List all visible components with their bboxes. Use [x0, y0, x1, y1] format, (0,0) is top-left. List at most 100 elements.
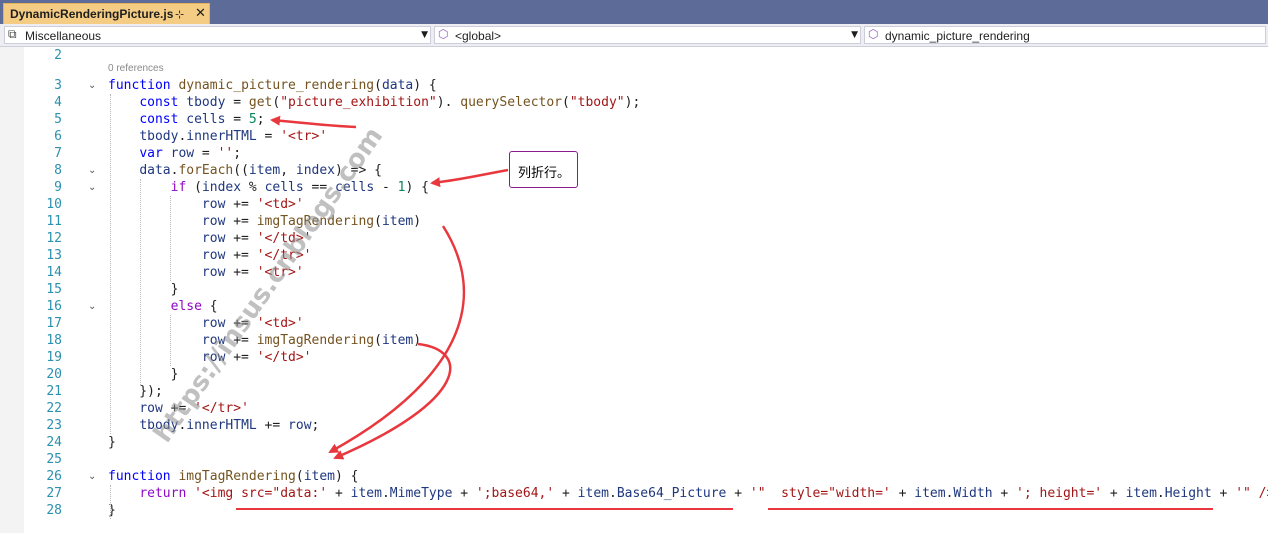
- code-token: '</td>': [256, 350, 312, 365]
- code-token: "picture_exhibition": [280, 95, 437, 110]
- code-text: row += '<td>': [108, 196, 304, 213]
- code-token: ): [413, 214, 422, 229]
- code-line[interactable]: 19 row += '</td>': [0, 349, 1268, 366]
- indent-guide: [170, 315, 171, 366]
- close-icon[interactable]: ✕: [195, 6, 206, 21]
- code-line[interactable]: 11 row += imgTagRendering(item): [0, 213, 1268, 230]
- code-text: row += '<td>': [108, 315, 304, 332]
- code-text: const tbody = get ("picture_exhibition").…: [108, 94, 640, 111]
- pin-icon[interactable]: ⊹: [175, 8, 184, 21]
- document-tab-strip: DynamicRenderingPicture.js ⊹ ✕: [0, 0, 1268, 24]
- namespace-icon: ⬡: [438, 27, 449, 41]
- code-token: }: [108, 367, 179, 382]
- code-line[interactable]: 10 row += '<td>': [0, 196, 1268, 213]
- code-token: '</td>': [256, 231, 312, 246]
- code-token: '<tr>': [280, 129, 328, 144]
- code-token: (: [374, 78, 382, 93]
- code-line[interactable]: 3 ⌄ function dynamic_picture_rendering(dat…: [0, 77, 1268, 94]
- code-token: '; height=': [1016, 486, 1103, 501]
- code-line[interactable]: 9 ⌄ if (index % cells == cells - 1) {: [0, 179, 1268, 196]
- code-token: +: [1102, 486, 1126, 501]
- code-text: row += '</td>': [108, 349, 312, 366]
- code-line[interactable]: 28}: [0, 502, 1268, 519]
- member-dropdown[interactable]: ⬡ dynamic_picture_rendering: [864, 26, 1266, 44]
- member-dropdown-label: dynamic_picture_rendering: [885, 29, 1030, 43]
- code-line[interactable]: 13 row += '</tr>': [0, 247, 1268, 264]
- line-number: 23: [46, 418, 62, 433]
- code-line[interactable]: 14 row += '<tr>': [0, 264, 1268, 281]
- code-token: imgTagRendering: [178, 469, 296, 484]
- code-line[interactable]: 22 row += '</tr>': [0, 400, 1268, 417]
- code-text: });: [108, 383, 163, 400]
- code-token: +: [1211, 486, 1236, 501]
- code-line[interactable]: 7 var row = '';: [0, 145, 1268, 162]
- fold-toggle-icon[interactable]: ⌄: [88, 298, 96, 315]
- code-line[interactable]: 5 const cells = 5;: [0, 111, 1268, 128]
- code-line[interactable]: 26 ⌄ function imgTagRendering(item) {: [0, 468, 1268, 485]
- code-line[interactable]: 4 const tbody = get ("picture_exhibition"…: [0, 94, 1268, 111]
- code-line[interactable]: 21 });: [0, 383, 1268, 400]
- code-token: forEach: [178, 163, 234, 178]
- code-token: ) {: [413, 78, 437, 93]
- indent-guide: [110, 94, 111, 434]
- indent-guide: [170, 196, 171, 281]
- code-token: %: [241, 180, 265, 195]
- code-token: +=: [225, 231, 257, 246]
- code-token: innerHTML: [186, 129, 257, 144]
- code-token: else: [170, 299, 210, 314]
- fold-toggle-icon[interactable]: ⌄: [88, 162, 96, 179]
- line-number: 25: [46, 452, 62, 467]
- code-text: data.forEach((item, index) => {: [108, 162, 382, 179]
- line-number: 26: [46, 469, 62, 484]
- code-line[interactable]: 25: [0, 451, 1268, 468]
- chevron-down-icon: ▼: [851, 30, 858, 40]
- codelens-references[interactable]: 0 references: [108, 63, 164, 74]
- fold-toggle-icon[interactable]: ⌄: [88, 179, 96, 196]
- code-editor[interactable]: 0 references 2 3 ⌄ function dynamic_picture…: [0, 47, 1268, 533]
- fold-toggle-icon[interactable]: ⌄: [88, 468, 96, 485]
- code-text: var row = '';: [108, 145, 241, 162]
- code-token: get: [248, 95, 273, 110]
- indent-guide: [140, 179, 141, 385]
- annotation-callout-text: 列折行。: [518, 166, 571, 181]
- line-number: 4: [54, 95, 62, 110]
- project-dropdown[interactable]: ⧉ Miscellaneous ▼: [4, 26, 431, 44]
- code-line[interactable]: 24}: [0, 434, 1268, 451]
- code-token: '<tr>': [256, 265, 304, 280]
- document-tab[interactable]: DynamicRenderingPicture.js ⊹ ✕: [3, 3, 210, 24]
- fold-toggle-icon[interactable]: ⌄: [88, 77, 96, 94]
- code-token: =: [256, 129, 281, 144]
- code-token: (: [194, 180, 202, 195]
- code-token: +=: [225, 333, 257, 348]
- method-icon: ⬡: [868, 27, 879, 41]
- line-number: 3: [54, 78, 62, 93]
- code-token: function: [108, 469, 179, 484]
- code-token: ) => {: [335, 163, 382, 178]
- code-token: "tbody": [569, 95, 625, 110]
- code-line[interactable]: 18 row += imgTagRendering(item): [0, 332, 1268, 349]
- code-token: (: [374, 333, 382, 348]
- scope-dropdown[interactable]: ⬡ <global> ▼: [434, 26, 861, 44]
- indent-guide: [110, 485, 111, 519]
- code-token: ) {: [335, 469, 359, 484]
- line-number: 10: [46, 197, 62, 212]
- code-token: row: [139, 401, 163, 416]
- code-line[interactable]: 20 }: [0, 366, 1268, 383]
- code-line[interactable]: 27 return '<img src="data:' + item.MimeT…: [0, 485, 1268, 502]
- code-token: row: [170, 146, 195, 161]
- code-token: }: [108, 435, 116, 450]
- code-token: row: [201, 316, 226, 331]
- code-line[interactable]: 12 row += '</td>': [0, 230, 1268, 247]
- code-line[interactable]: 23 tbody.innerHTML += row;: [0, 417, 1268, 434]
- code-line[interactable]: 6 tbody.innerHTML = '<tr>': [0, 128, 1268, 145]
- line-number: 22: [46, 401, 62, 416]
- code-line[interactable]: 16 ⌄ else {: [0, 298, 1268, 315]
- code-line[interactable]: 8 ⌄ data.forEach((item, index) => {: [0, 162, 1268, 179]
- code-line[interactable]: 17 row += '<td>': [0, 315, 1268, 332]
- code-line[interactable]: 2: [0, 47, 1268, 64]
- code-line[interactable]: 15 }: [0, 281, 1268, 298]
- code-token: const: [139, 112, 187, 127]
